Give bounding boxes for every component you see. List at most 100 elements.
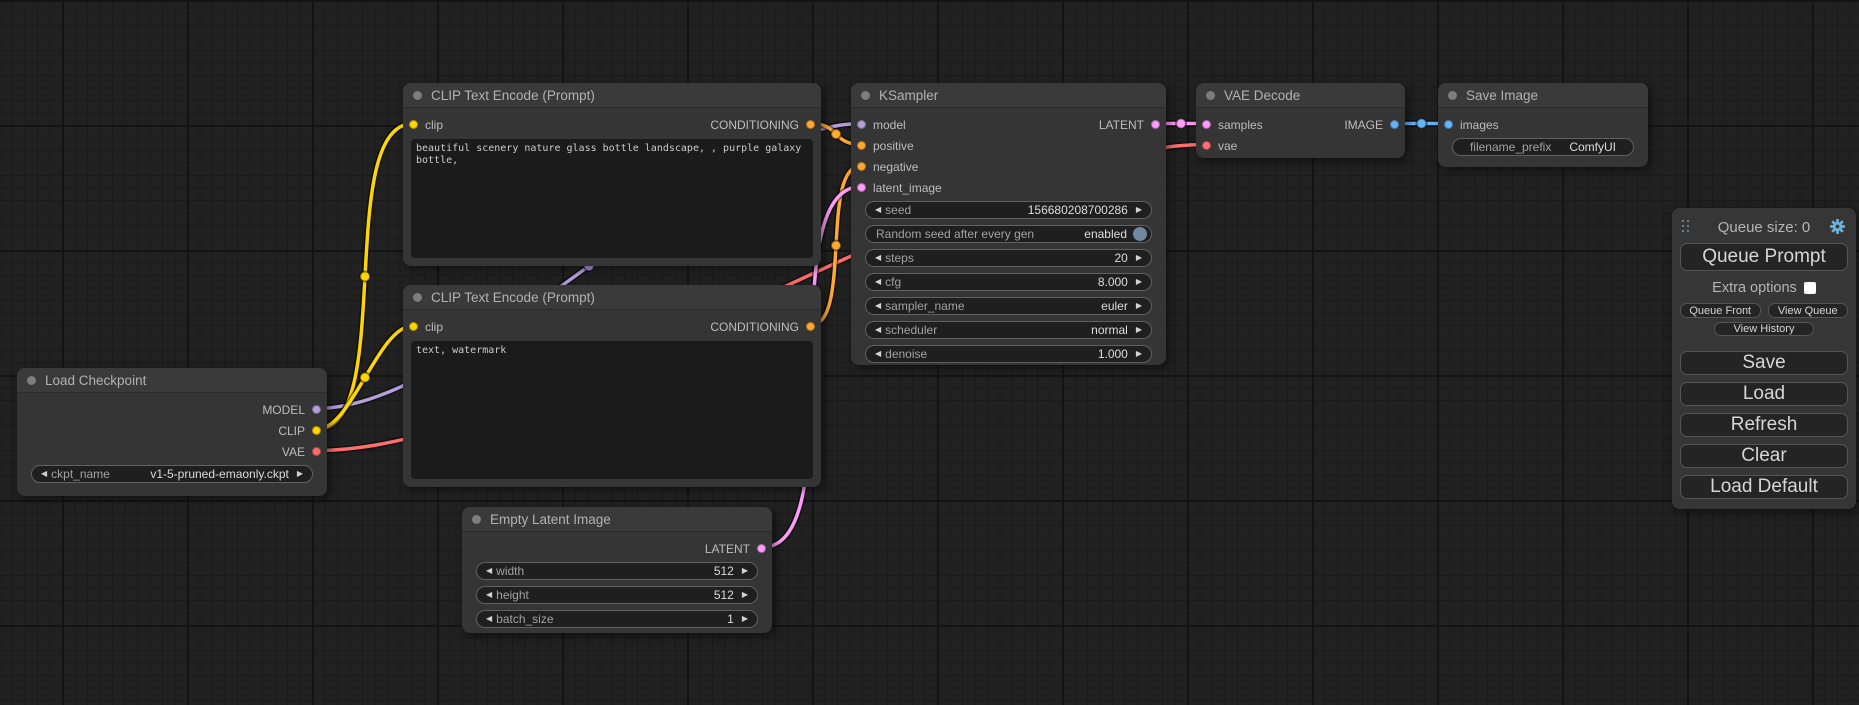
positive-input-dot[interactable] bbox=[857, 141, 866, 150]
prompt-textarea[interactable]: beautiful scenery nature glass bottle la… bbox=[411, 139, 813, 258]
decrement-arrow-icon[interactable]: ◀ bbox=[37, 470, 51, 478]
LATENT-output: LATENT bbox=[1099, 118, 1160, 132]
steps-widget[interactable]: ◀steps20▶ bbox=[865, 249, 1152, 267]
increment-arrow-icon[interactable]: ▶ bbox=[1132, 302, 1146, 310]
clip-input-dot[interactable] bbox=[409, 120, 418, 129]
collapse-dot-icon[interactable] bbox=[27, 376, 36, 385]
node-save-image[interactable]: Save Imageimagesfilename_prefixComfyUI bbox=[1438, 83, 1648, 167]
VAE-output-label: VAE bbox=[282, 445, 305, 459]
slot-row: LATENT bbox=[462, 538, 772, 559]
increment-arrow-icon[interactable]: ▶ bbox=[1132, 206, 1146, 214]
node-vae-decode[interactable]: VAE DecodesamplesIMAGEvae bbox=[1196, 83, 1405, 158]
width-widget[interactable]: ◀width512▶ bbox=[476, 562, 758, 580]
load-button[interactable]: Load bbox=[1680, 382, 1848, 406]
sampler_name-widget[interactable]: ◀sampler_nameeuler▶ bbox=[865, 297, 1152, 315]
extra-options-checkbox[interactable] bbox=[1804, 282, 1816, 294]
slot-row: MODEL bbox=[17, 399, 327, 420]
collapse-dot-icon[interactable] bbox=[413, 91, 422, 100]
node-titlebar[interactable]: CLIP Text Encode (Prompt) bbox=[403, 83, 821, 108]
clear-button[interactable]: Clear bbox=[1680, 444, 1848, 468]
node-titlebar[interactable]: Save Image bbox=[1438, 83, 1648, 108]
node-titlebar[interactable]: Load Checkpoint bbox=[17, 368, 327, 393]
LATENT-output-dot[interactable] bbox=[1151, 120, 1160, 129]
increment-arrow-icon[interactable]: ▶ bbox=[738, 567, 752, 575]
collapse-dot-icon[interactable] bbox=[1448, 91, 1457, 100]
CONDITIONING-output-dot[interactable] bbox=[806, 120, 815, 129]
clip-input-dot[interactable] bbox=[409, 322, 418, 331]
increment-arrow-icon[interactable]: ▶ bbox=[293, 470, 307, 478]
queue-front-button[interactable]: Queue Front bbox=[1680, 303, 1761, 318]
load-default-button[interactable]: Load Default bbox=[1680, 475, 1848, 499]
increment-arrow-icon[interactable]: ▶ bbox=[1132, 326, 1146, 334]
decrement-arrow-icon[interactable]: ◀ bbox=[871, 278, 885, 286]
increment-arrow-icon[interactable]: ▶ bbox=[738, 591, 752, 599]
drag-handle-icon[interactable] bbox=[1682, 220, 1692, 235]
node-empty-latent-image[interactable]: Empty Latent Image LATENT ◀width512▶ ◀heigh… bbox=[462, 507, 772, 633]
collapse-dot-icon[interactable] bbox=[1206, 91, 1215, 100]
node-titlebar[interactable]: CLIP Text Encode (Prompt) bbox=[403, 285, 821, 310]
LATENT-output-dot[interactable] bbox=[757, 544, 766, 553]
prompt-textarea[interactable]: text, watermark bbox=[411, 341, 813, 479]
CONDITIONING-output-label: CONDITIONING bbox=[710, 320, 799, 334]
filename_prefix-widget-value: ComfyUI bbox=[1569, 140, 1616, 154]
refresh-button[interactable]: Refresh bbox=[1680, 413, 1848, 437]
node-ksampler[interactable]: KSamplermodelLATENTpositivenegativelaten… bbox=[851, 83, 1166, 365]
negative-input-dot[interactable] bbox=[857, 162, 866, 171]
extra-options-row: Extra options bbox=[1680, 278, 1848, 298]
CLIP-output-dot[interactable] bbox=[312, 426, 321, 435]
latent_image-input-dot[interactable] bbox=[857, 183, 866, 192]
decrement-arrow-icon[interactable]: ◀ bbox=[871, 326, 885, 334]
link-midpoint-dot bbox=[1176, 119, 1186, 129]
gear-icon[interactable] bbox=[1829, 218, 1846, 235]
node-titlebar[interactable]: KSampler bbox=[851, 83, 1166, 108]
decrement-arrow-icon[interactable]: ◀ bbox=[482, 591, 496, 599]
increment-arrow-icon[interactable]: ▶ bbox=[1132, 254, 1146, 262]
decrement-arrow-icon[interactable]: ◀ bbox=[871, 254, 885, 262]
queue-prompt-button[interactable]: Queue Prompt bbox=[1680, 243, 1848, 271]
increment-arrow-icon[interactable]: ▶ bbox=[738, 615, 752, 623]
decrement-arrow-icon[interactable]: ◀ bbox=[482, 567, 496, 575]
increment-arrow-icon[interactable]: ▶ bbox=[1132, 278, 1146, 286]
vae-input-dot[interactable] bbox=[1202, 141, 1211, 150]
node-clip-text-encode-1[interactable]: CLIP Text Encode (Prompt)clipCONDITIONIN… bbox=[403, 83, 821, 266]
filename_prefix-widget[interactable]: filename_prefixComfyUI bbox=[1452, 138, 1634, 156]
decrement-arrow-icon[interactable]: ◀ bbox=[871, 206, 885, 214]
IMAGE-output-dot[interactable] bbox=[1390, 120, 1399, 129]
decrement-arrow-icon[interactable]: ◀ bbox=[871, 350, 885, 358]
node-clip-text-encode-2[interactable]: CLIP Text Encode (Prompt)clipCONDITIONIN… bbox=[403, 285, 821, 487]
denoise-widget[interactable]: ◀denoise1.000▶ bbox=[865, 345, 1152, 363]
clip-input: clip bbox=[409, 118, 443, 132]
collapse-dot-icon[interactable] bbox=[472, 515, 481, 524]
queue-buttons-row: Queue Front View Queue bbox=[1680, 303, 1848, 318]
collapse-dot-icon[interactable] bbox=[413, 293, 422, 302]
node-title: KSampler bbox=[879, 88, 938, 103]
graph-canvas[interactable]: Queue size: 0 Queue Prompt Extra options bbox=[0, 0, 1859, 705]
scheduler-widget[interactable]: ◀schedulernormal▶ bbox=[865, 321, 1152, 339]
node-titlebar[interactable]: VAE Decode bbox=[1196, 83, 1405, 108]
ckpt_name-widget[interactable]: ◀ckpt_namev1-5-pruned-emaonly.ckpt▶ bbox=[31, 465, 313, 483]
node-load-checkpoint[interactable]: Load CheckpointMODELCLIPVAE◀ckpt_namev1-… bbox=[17, 368, 327, 496]
increment-arrow-icon[interactable]: ▶ bbox=[1132, 350, 1146, 358]
latent_image-input-label: latent_image bbox=[873, 181, 942, 195]
view-queue-button[interactable]: View Queue bbox=[1768, 303, 1849, 318]
node-titlebar[interactable]: Empty Latent Image bbox=[462, 507, 772, 532]
Random seed after every gen-widget[interactable]: Random seed after every genenabled bbox=[865, 225, 1152, 243]
MODEL-output-dot[interactable] bbox=[312, 405, 321, 414]
CONDITIONING-output-dot[interactable] bbox=[806, 322, 815, 331]
cfg-widget[interactable]: ◀cfg8.000▶ bbox=[865, 273, 1152, 291]
decrement-arrow-icon[interactable]: ◀ bbox=[871, 302, 885, 310]
seed-widget-label: seed bbox=[885, 203, 911, 217]
view-history-button[interactable]: View History bbox=[1714, 322, 1814, 336]
node-title: VAE Decode bbox=[1224, 88, 1300, 103]
samples-input-dot[interactable] bbox=[1202, 120, 1211, 129]
save-button[interactable]: Save bbox=[1680, 351, 1848, 375]
images-input-dot[interactable] bbox=[1444, 120, 1453, 129]
batch_size-widget[interactable]: ◀batch_size1▶ bbox=[476, 610, 758, 628]
seed-widget[interactable]: ◀seed156680208700286▶ bbox=[865, 201, 1152, 219]
decrement-arrow-icon[interactable]: ◀ bbox=[482, 615, 496, 623]
model-input-dot[interactable] bbox=[857, 120, 866, 129]
height-widget[interactable]: ◀height512▶ bbox=[476, 586, 758, 604]
collapse-dot-icon[interactable] bbox=[861, 91, 870, 100]
VAE-output-dot[interactable] bbox=[312, 447, 321, 456]
toggle-knob[interactable] bbox=[1133, 227, 1147, 241]
